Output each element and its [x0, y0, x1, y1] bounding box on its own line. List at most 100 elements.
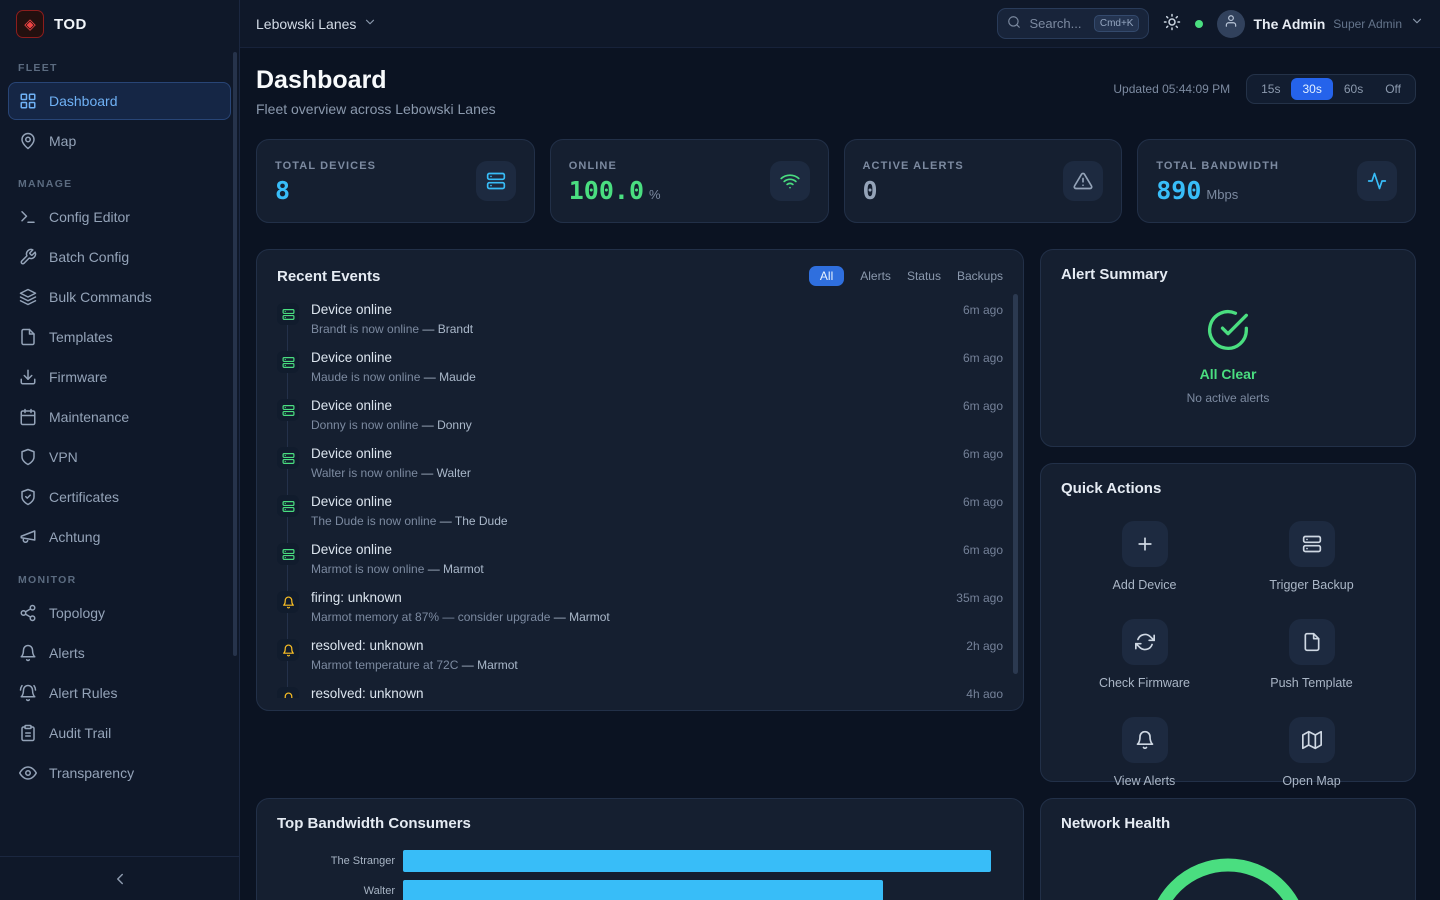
- quick-action-label: Push Template: [1270, 676, 1352, 690]
- event-detail: Marmot is now online — Marmot: [311, 562, 951, 576]
- event-detail: Marmot temperature at 72C — Marmot: [311, 658, 954, 672]
- quick-action-add-device[interactable]: Add Device: [1061, 521, 1228, 592]
- quick-action-push-template[interactable]: Push Template: [1228, 619, 1395, 690]
- chevron-down-icon: [1410, 14, 1424, 33]
- bandwidth-bar-track: [403, 880, 1003, 900]
- network-health-gauge: [1142, 853, 1314, 900]
- event-row[interactable]: resolved: unknown Marmot temperature at …: [277, 632, 1003, 680]
- chevron-down-icon: [363, 15, 377, 29]
- event-title: Device online: [311, 349, 951, 367]
- stat-card-online: Online 100.0 %: [550, 139, 829, 223]
- server-icon: [282, 548, 295, 561]
- shield-icon: [19, 448, 37, 466]
- sidebar-item-alert-rules[interactable]: Alert Rules: [8, 674, 231, 712]
- bandwidth-bar-track: [403, 850, 1003, 872]
- event-type-chip: [277, 399, 299, 421]
- events-tab-alerts[interactable]: Alerts: [860, 269, 891, 283]
- stat-card-total-devices: Total Devices 8: [256, 139, 535, 223]
- refresh-option-15s[interactable]: 15s: [1250, 78, 1291, 100]
- sidebar-item-topology[interactable]: Topology: [8, 594, 231, 632]
- events-scrollbar[interactable]: [1013, 294, 1018, 674]
- quick-action-label: Trigger Backup: [1269, 578, 1353, 592]
- network-health-card: Network Health: [1040, 798, 1416, 900]
- sidebar-item-dashboard[interactable]: Dashboard: [8, 82, 231, 120]
- event-row[interactable]: Device online Maude is now online — Maud…: [277, 344, 1003, 392]
- quick-action-open-map[interactable]: Open Map: [1228, 717, 1395, 788]
- quick-action-trigger-backup[interactable]: Trigger Backup: [1228, 521, 1395, 592]
- chevron-down-icon: [1410, 14, 1424, 28]
- sidebar-scrollbar[interactable]: [233, 52, 237, 656]
- events-tab-status[interactable]: Status: [907, 269, 941, 283]
- stat-unit: Mbps: [1206, 187, 1238, 202]
- wrench-icon: [19, 248, 37, 266]
- sidebar-section-label-monitor: Monitor: [18, 574, 221, 586]
- refresh-option-off[interactable]: Off: [1374, 78, 1412, 100]
- sidebar-item-batch-config[interactable]: Batch Config: [8, 238, 231, 276]
- alert-triangle-icon: [1073, 171, 1093, 191]
- events-tab-backups[interactable]: Backups: [957, 269, 1003, 283]
- sidebar-item-audit-trail[interactable]: Audit Trail: [8, 714, 231, 752]
- event-row[interactable]: Device online Marmot is now online — Mar…: [277, 536, 1003, 584]
- sidebar-item-alerts[interactable]: Alerts: [8, 634, 231, 672]
- event-time: 35m ago: [956, 591, 1003, 605]
- events-filter-tabs: All Alerts Status Backups: [809, 266, 1003, 286]
- event-row[interactable]: firing: unknown Marmot memory at 87% — c…: [277, 584, 1003, 632]
- sidebar-item-label: Transparency: [49, 765, 134, 781]
- sidebar-item-config-editor[interactable]: Config Editor: [8, 198, 231, 236]
- event-type-chip: [277, 495, 299, 517]
- sidebar-item-label: Config Editor: [49, 209, 130, 225]
- theme-toggle-button[interactable]: [1163, 13, 1181, 34]
- event-time: 6m ago: [963, 303, 1003, 317]
- sidebar-item-achtung[interactable]: Achtung: [8, 518, 231, 556]
- sidebar-item-maintenance[interactable]: Maintenance: [8, 398, 231, 436]
- event-row[interactable]: Device online Walter is now online — Wal…: [277, 440, 1003, 488]
- bandwidth-bar-row: Walter: [277, 880, 1003, 900]
- sidebar-item-certificates[interactable]: Certificates: [8, 478, 231, 516]
- event-row[interactable]: Device online Donny is now online — Donn…: [277, 392, 1003, 440]
- avatar: [1217, 10, 1245, 38]
- share-icon: [19, 604, 37, 622]
- event-title: resolved: unknown: [311, 637, 954, 655]
- sidebar-item-vpn[interactable]: VPN: [8, 438, 231, 476]
- user-role: Super Admin: [1333, 17, 1402, 31]
- org-name: Lebowski Lanes: [256, 16, 356, 32]
- stat-value: 890: [1156, 178, 1201, 203]
- stat-value: 8: [275, 178, 290, 203]
- sidebar-item-label: Templates: [49, 329, 113, 345]
- quick-action-check-firmware[interactable]: Check Firmware: [1061, 619, 1228, 690]
- main-area: Lebowski Lanes Search... Cmd+K The Admin…: [240, 0, 1440, 900]
- sidebar-collapse-button[interactable]: [0, 856, 239, 900]
- events-tab-all[interactable]: All: [809, 266, 844, 286]
- bell-icon: [282, 644, 295, 657]
- quick-action-view-alerts[interactable]: View Alerts: [1061, 717, 1228, 788]
- event-row[interactable]: Device online The Dude is now online — T…: [277, 488, 1003, 536]
- sidebar-item-transparency[interactable]: Transparency: [8, 754, 231, 792]
- refresh-option-60s[interactable]: 60s: [1333, 78, 1374, 100]
- quick-action-icon-chip: [1289, 521, 1335, 567]
- sidebar-item-bulk-commands[interactable]: Bulk Commands: [8, 278, 231, 316]
- quick-action-icon-chip: [1289, 619, 1335, 665]
- refresh-option-30s[interactable]: 30s: [1291, 78, 1332, 100]
- org-switcher[interactable]: Lebowski Lanes: [256, 15, 377, 32]
- bell-icon: [282, 596, 295, 609]
- search-icon: [1007, 15, 1021, 29]
- stat-value: 0: [863, 178, 878, 203]
- event-detail: Maude is now online — Maude: [311, 370, 951, 384]
- sidebar-item-firmware[interactable]: Firmware: [8, 358, 231, 396]
- bell-icon: [1135, 730, 1155, 750]
- event-row[interactable]: resolved: unknown 4h ago: [277, 680, 1003, 698]
- quick-action-label: Open Map: [1282, 774, 1340, 788]
- check-circle-icon: [1206, 308, 1250, 357]
- search-input[interactable]: Search... Cmd+K: [997, 8, 1149, 39]
- shield-check-icon: [19, 488, 37, 506]
- event-entity: — Walter: [421, 466, 471, 480]
- event-entity: — Brandt: [422, 322, 473, 336]
- user-menu[interactable]: The Admin Super Admin: [1217, 10, 1424, 38]
- sidebar-item-label: VPN: [49, 449, 78, 465]
- event-row[interactable]: Device online Brandt is now online — Bra…: [277, 296, 1003, 344]
- sidebar-item-map[interactable]: Map: [8, 122, 231, 160]
- sidebar-item-templates[interactable]: Templates: [8, 318, 231, 356]
- refresh-interval-control: 15s30s60sOff: [1246, 74, 1416, 104]
- plus-icon: [1135, 534, 1155, 554]
- alert-summary-title: Alert Summary: [1061, 266, 1395, 283]
